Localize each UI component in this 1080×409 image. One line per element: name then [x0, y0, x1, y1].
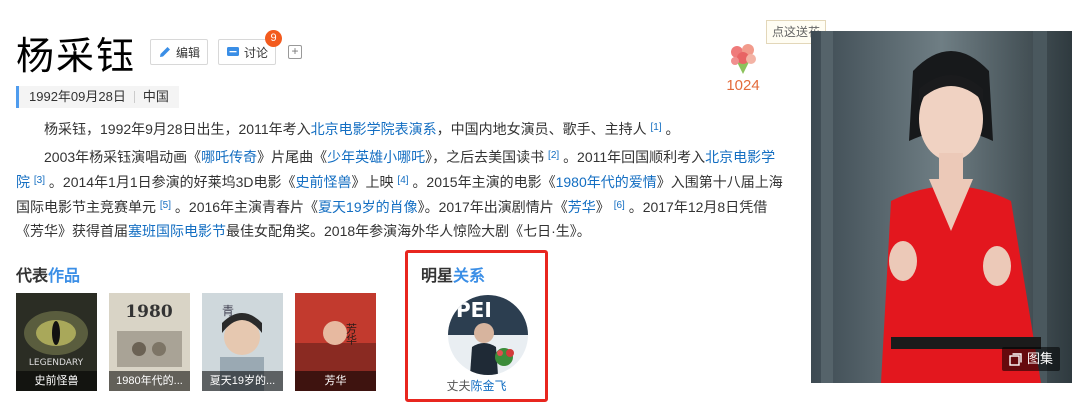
gallery-label: 图集 [1026, 351, 1053, 366]
link-nezha[interactable]: 哪吒传奇 [201, 149, 257, 165]
text: 。2011年回国顺利考入 [563, 149, 706, 165]
intro-paragraph-1: 杨采钰，1992年9月28日出生，2011年考入北京电影学院表演系，中国内地女演… [16, 116, 786, 141]
poster-text: 芳华 [345, 322, 358, 345]
chat-icon [227, 47, 240, 56]
ref-4[interactable]: [4] [397, 175, 408, 186]
text: 2003年杨采钰演唱动画《 [44, 149, 202, 165]
avatar-backdrop-text: PEI [456, 298, 492, 322]
star-relations-highlight: 明星关系 PEI 丈夫陈金飞 [405, 250, 548, 402]
text: 。2016年主演青春片《 [174, 199, 319, 215]
text: 作品 [48, 268, 81, 285]
link-1980s-love[interactable]: 1980年代的爱情 [556, 174, 657, 190]
text: 。 [665, 121, 680, 137]
flower-count: 1024 [726, 77, 760, 94]
main-photo[interactable]: 图集 [811, 31, 1072, 383]
text: 杨采钰，1992年9月28日出生，2011年考入 [44, 121, 311, 137]
ref-3[interactable]: [3] [34, 175, 45, 186]
pencil-icon [160, 47, 171, 57]
work-caption: 夏天19岁的... [202, 371, 283, 391]
poster-text: 青 [222, 304, 234, 318]
discuss-label: 讨论 [244, 45, 269, 60]
link-young-nezha[interactable]: 少年英雄小哪吒 [327, 149, 425, 165]
gallery-icon [1009, 352, 1022, 366]
work-item-youth[interactable]: 芳华 芳华 [295, 293, 376, 391]
link-saipan-festival[interactable]: 塞班国际电影节 [128, 223, 226, 239]
link-bfa-acting[interactable]: 北京电影学院表演系 [311, 121, 437, 137]
ref-5[interactable]: [5] [160, 200, 171, 211]
ref-1[interactable]: [1] [651, 122, 662, 133]
works-section-title: 代表作品 [16, 262, 80, 286]
flower-icon [731, 44, 756, 74]
text: 代表 [16, 268, 49, 285]
poster-text: LEGENDARY [29, 358, 84, 368]
basic-info-bar: 1992年09月28日 中国 [16, 86, 179, 108]
text: 》片尾曲《 [257, 149, 328, 165]
link-prehistoric[interactable]: 史前怪兽 [296, 174, 352, 190]
gallery-button[interactable]: 图集 [1001, 347, 1060, 371]
text: 》。2017年出演剧情片《 [417, 199, 568, 215]
text: 最佳女配角奖。2018年参演海外华人惊险大剧《七日·生》。 [226, 223, 591, 239]
text: 》，之后去美国读书 [425, 149, 545, 165]
work-item-prehistoric[interactable]: LEGENDARY 史前怪兽 [16, 293, 97, 391]
text: ，中国内地女演员、歌手、主持人 [436, 121, 647, 137]
edit-label: 编辑 [176, 45, 201, 60]
relations-section-title: 明星关系 [421, 262, 485, 286]
relation-caption: 丈夫陈金飞 [408, 377, 545, 394]
portrait-image [811, 31, 1072, 383]
link-youth[interactable]: 芳华 [568, 199, 596, 215]
text: 。2014年1月1日参演的好莱坞3D电影《 [48, 174, 296, 190]
ref-6[interactable]: [6] [614, 200, 625, 211]
work-caption: 芳华 [295, 371, 376, 391]
edit-button[interactable]: 编辑 [150, 39, 209, 65]
work-caption: 史前怪兽 [16, 371, 97, 391]
works-list: LEGENDARY 史前怪兽 1980 1980年代的... 青 夏天19岁的.… [16, 293, 388, 391]
country: 中国 [142, 89, 169, 104]
ref-2[interactable]: [2] [548, 150, 559, 161]
work-item-summer-19[interactable]: 青 夏天19岁的... [202, 293, 283, 391]
page-title: 杨采钰 [16, 33, 137, 78]
relation-name-link[interactable]: 陈金飞 [471, 379, 507, 393]
intro-paragraph-2: 2003年杨采钰演唱动画《哪吒传奇》片尾曲《少年英雄小哪吒》，之后去美国读书 [… [16, 144, 786, 243]
work-item-1980s[interactable]: 1980 1980年代的... [109, 293, 190, 391]
text: 》 [595, 199, 610, 215]
title-row: 杨采钰 编辑 讨论 9 + [16, 26, 303, 78]
text: 。2015年主演的电影《 [412, 174, 556, 190]
link-summer-19[interactable]: 夏天19岁的肖像 [318, 199, 418, 215]
text: 》上映 [351, 174, 394, 190]
discuss-count-badge: 9 [265, 30, 283, 47]
relation-avatar[interactable]: PEI [448, 295, 528, 375]
add-button[interactable]: + [288, 45, 303, 59]
divider [133, 91, 135, 103]
avatar-image: PEI [448, 295, 528, 375]
text: 明星 [421, 268, 454, 285]
relation-role: 丈夫 [446, 379, 471, 393]
poster-text: 1980 [125, 302, 172, 322]
text: 关系 [453, 268, 486, 285]
discuss-button[interactable]: 讨论 9 [218, 30, 283, 65]
birthday: 1992年09月28日 [29, 89, 126, 104]
work-caption: 1980年代的... [109, 371, 190, 391]
